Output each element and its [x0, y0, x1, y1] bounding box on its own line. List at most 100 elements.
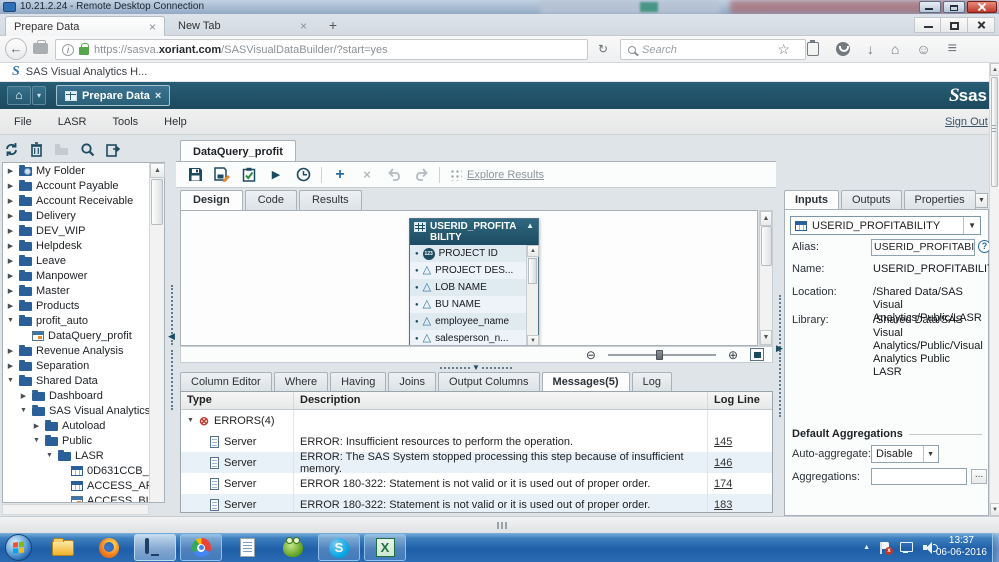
- tree-expander-icon[interactable]: ▶: [6, 227, 15, 235]
- taskbar-excel[interactable]: X: [364, 534, 406, 561]
- column-header-type[interactable]: Type: [181, 392, 293, 409]
- tab-close-icon[interactable]: ×: [300, 19, 307, 33]
- back-button[interactable]: ←: [5, 38, 27, 60]
- tree-item-dashboard[interactable]: ▶ Dashboard: [3, 388, 164, 403]
- dropdown-icon[interactable]: ▼: [963, 217, 976, 234]
- tree-item-account-receivable[interactable]: ▶ Account Receivable: [3, 193, 164, 208]
- taskbar-skype[interactable]: S: [318, 534, 360, 561]
- aggregations-browse-button[interactable]: ...: [971, 469, 987, 484]
- tree-item-public[interactable]: ▼ Public: [3, 433, 164, 448]
- tree-expander-icon[interactable]: ▶: [6, 302, 15, 310]
- collapse-down-icon[interactable]: ▼: [472, 363, 480, 372]
- message-row[interactable]: Server ERROR: The SAS System stopped proc…: [181, 451, 772, 475]
- node-scrollbar[interactable]: ▲ ▼: [526, 245, 539, 345]
- tree-expander-icon[interactable]: ▶: [6, 167, 15, 175]
- taskbar-toad[interactable]: [272, 534, 314, 561]
- browser-tab-prepare-data[interactable]: Prepare Data ×: [5, 16, 165, 36]
- home-icon[interactable]: ⌂: [891, 40, 899, 58]
- hamburger-menu-icon[interactable]: ≡: [948, 40, 957, 58]
- browser-tab-new-tab[interactable]: New Tab ×: [170, 16, 315, 36]
- log-line-link[interactable]: 146: [714, 457, 732, 469]
- tree-expander-icon[interactable]: ▼: [32, 437, 41, 444]
- sidebar-vertical-scrollbar[interactable]: ▲: [149, 163, 165, 502]
- start-button[interactable]: [5, 534, 32, 561]
- canvas-vertical-scrollbar[interactable]: ▲ ▼: [759, 210, 773, 346]
- save-as-button[interactable]: [213, 166, 231, 184]
- left-splitter[interactable]: ◀: [168, 135, 176, 516]
- tree-item-account-payable[interactable]: ▶ Account Payable: [3, 178, 164, 193]
- volume-icon[interactable]: [923, 541, 938, 554]
- view-tab-design[interactable]: Design: [180, 190, 243, 210]
- bottom-tab-having[interactable]: Having: [330, 372, 387, 391]
- canvas-bottom-splitter[interactable]: ▼: [176, 363, 776, 372]
- tree-expander-icon[interactable]: ▶: [6, 257, 15, 265]
- zoom-in-icon[interactable]: ⊕: [728, 348, 738, 362]
- message-row[interactable]: Server ERROR 180-322: Statement is not va…: [181, 473, 772, 494]
- right-tab-inputs[interactable]: Inputs: [784, 190, 839, 210]
- expand-right-icon[interactable]: ▶: [776, 343, 783, 354]
- scrollbar-thumb[interactable]: [761, 226, 772, 266]
- tab-overflow-icon[interactable]: ▼: [975, 193, 988, 208]
- tree-expander-icon[interactable]: ▼: [45, 452, 54, 459]
- message-row[interactable]: Server ERROR 180-322: Statement is not va…: [181, 494, 772, 512]
- taskbar-notepad[interactable]: [226, 534, 268, 561]
- tree-item-0d631ccb-dd[interactable]: 0D631CCB_DD...: [3, 463, 164, 478]
- menu-lasr[interactable]: LASR: [58, 116, 87, 128]
- scroll-down-icon[interactable]: ▼: [990, 503, 999, 516]
- taskbar-explorer[interactable]: [42, 534, 84, 561]
- tree-item-profit-auto[interactable]: ▼ profit_auto: [3, 313, 164, 328]
- menu-tools[interactable]: Tools: [112, 116, 138, 128]
- taskbar-clock[interactable]: 13:37 06-06-2016: [936, 535, 987, 559]
- tree-expander-icon[interactable]: ▶: [6, 242, 15, 250]
- group-expander-icon[interactable]: ▼: [187, 417, 194, 424]
- browser-close-button[interactable]: [968, 17, 995, 33]
- info-icon[interactable]: i: [62, 43, 74, 56]
- tree-expander-icon[interactable]: ▶: [6, 362, 15, 370]
- app-home-dropdown[interactable]: ▾: [32, 86, 46, 105]
- design-canvas[interactable]: USERID_PROFITABILITY ▲ ● 123 PROJECT ID ● △ P…: [180, 210, 758, 346]
- collapse-node-icon[interactable]: ▲: [526, 221, 534, 243]
- https-lock-icon[interactable]: [79, 43, 89, 55]
- table-node-userid-profitability[interactable]: USERID_PROFITABILITY ▲ ● 123 PROJECT ID ● △ P…: [409, 218, 539, 345]
- save-button[interactable]: [186, 166, 204, 184]
- app-tab-prepare-data[interactable]: Prepare Data ×: [56, 85, 171, 106]
- sidebar-horizontal-scrollbar[interactable]: [2, 504, 149, 515]
- tree-item-access-ar-p[interactable]: ACCESS_AR_P: [3, 478, 164, 493]
- network-icon[interactable]: [900, 542, 913, 553]
- dropdown-icon[interactable]: ▼: [923, 446, 934, 462]
- search-icon[interactable]: [80, 142, 95, 157]
- tree-item-delivery[interactable]: ▶ Delivery: [3, 208, 164, 223]
- tree-item-helpdesk[interactable]: ▶ Helpdesk: [3, 238, 164, 253]
- tree-item-revenue-analysis[interactable]: ▶ Revenue Analysis: [3, 343, 164, 358]
- menu-file[interactable]: File: [14, 116, 32, 128]
- hello-chat-icon[interactable]: ☺: [916, 40, 930, 58]
- tree-expander-icon[interactable]: ▶: [6, 212, 15, 220]
- scroll-up-icon[interactable]: ▲: [150, 163, 165, 178]
- scrollbar-thumb[interactable]: [151, 179, 163, 225]
- rdp-restore-button[interactable]: [943, 1, 965, 13]
- zoom-slider-handle[interactable]: [655, 349, 663, 360]
- bottom-tab-output-columns[interactable]: Output Columns: [438, 372, 540, 391]
- rdp-minimize-button[interactable]: [919, 1, 941, 13]
- tree-expander-icon[interactable]: ▶: [6, 197, 15, 205]
- scroll-down-icon[interactable]: ▼: [527, 335, 539, 345]
- input-table-selector[interactable]: USERID_PROFITABILITY ▼: [790, 216, 981, 235]
- tree-item-autoload[interactable]: ▶ Autoload: [3, 418, 164, 433]
- zoom-slider[interactable]: [607, 349, 716, 360]
- bottom-tab-messages-5[interactable]: Messages(5): [541, 372, 630, 391]
- browser-maximize-button[interactable]: [941, 17, 968, 33]
- table-node-header[interactable]: USERID_PROFITABILITY ▲: [410, 219, 538, 245]
- tree-item-lasr[interactable]: ▼ LASR: [3, 448, 164, 463]
- scroll-down-icon[interactable]: ▼: [760, 330, 772, 345]
- tree-item-my-folder[interactable]: ▶ My Folder: [3, 163, 164, 178]
- log-line-link[interactable]: 145: [714, 436, 732, 448]
- scroll-up-icon[interactable]: ▲: [527, 245, 539, 257]
- tree-item-dev-wip[interactable]: ▶ DEV_WIP: [3, 223, 164, 238]
- scroll-up-icon[interactable]: ▲: [760, 211, 772, 226]
- node-column-salesperson-n[interactable]: ● △ salesperson_n...: [410, 330, 538, 345]
- action-center-flag-icon[interactable]: x: [880, 541, 893, 555]
- tree-item-dataquery-profit[interactable]: DataQuery_profit: [3, 328, 164, 343]
- taskbar-remote-desktop[interactable]: [134, 534, 176, 561]
- scroll-up-icon[interactable]: ▲: [990, 63, 999, 76]
- column-header-log-line[interactable]: Log Line: [707, 392, 772, 409]
